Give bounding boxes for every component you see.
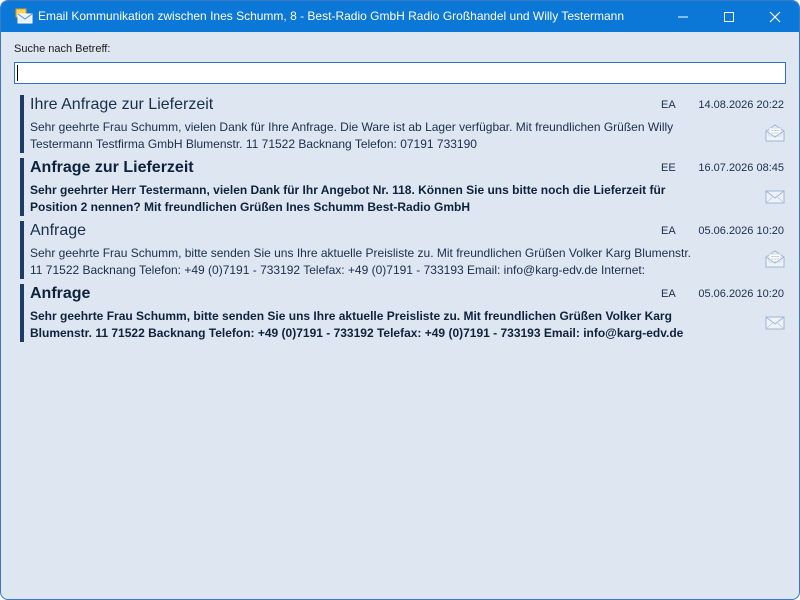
email-date: 05.06.2026 10:20 <box>698 225 784 237</box>
window-title: Email Kommunikation zwischen Ines Schumm… <box>38 9 625 23</box>
close-button[interactable] <box>752 1 798 32</box>
email-list-item[interactable]: Ihre Anfrage zur Lieferzeit EA 14.08.202… <box>20 95 787 153</box>
email-subject: Ihre Anfrage zur Lieferzeit <box>30 96 214 113</box>
email-date: 16.07.2026 08:45 <box>698 162 784 174</box>
open-envelope-icon <box>764 249 786 269</box>
maximize-button[interactable] <box>706 1 752 32</box>
email-type: EA <box>661 99 676 111</box>
email-date: 05.06.2026 10:20 <box>698 288 784 300</box>
maximize-icon <box>724 11 734 22</box>
minimize-icon <box>678 16 688 17</box>
email-type: EE <box>661 162 676 174</box>
email-list-item[interactable]: Anfrage zur Lieferzeit EE 16.07.2026 08:… <box>20 158 787 216</box>
text-caret <box>17 65 18 81</box>
email-preview: Sehr geehrte Frau Schumm, vielen Dank fü… <box>30 120 674 151</box>
email-preview: Sehr geehrte Frau Schumm, bitte senden S… <box>30 309 684 340</box>
email-preview: Sehr geehrter Herr Testermann, vielen Da… <box>30 183 666 214</box>
closed-envelope-icon <box>764 312 786 332</box>
email-type: EA <box>661 288 676 300</box>
email-window: Email Kommunikation zwischen Ines Schumm… <box>0 0 800 600</box>
email-list-item[interactable]: Anfrage EA 05.06.2026 10:20 Sehr geehrte… <box>20 221 787 279</box>
email-type: EA <box>661 225 676 237</box>
email-date: 14.08.2026 20:22 <box>698 99 784 111</box>
search-input[interactable] <box>14 62 786 84</box>
email-preview: Sehr geehrte Frau Schumm, bitte senden S… <box>30 246 691 277</box>
minimize-button[interactable] <box>660 1 706 32</box>
open-envelope-icon <box>764 123 786 143</box>
title-bar[interactable]: Email Kommunikation zwischen Ines Schumm… <box>1 1 799 32</box>
email-subject: Anfrage <box>30 222 87 239</box>
email-subject: Anfrage zur Lieferzeit <box>30 159 194 176</box>
email-list-item[interactable]: Anfrage EA 05.06.2026 10:20 Sehr geehrte… <box>20 284 787 342</box>
search-label: Suche nach Betreff: <box>14 43 111 55</box>
closed-envelope-icon <box>764 186 786 206</box>
close-icon <box>769 11 781 22</box>
app-icon <box>15 8 33 24</box>
email-subject: Anfrage <box>30 285 91 302</box>
